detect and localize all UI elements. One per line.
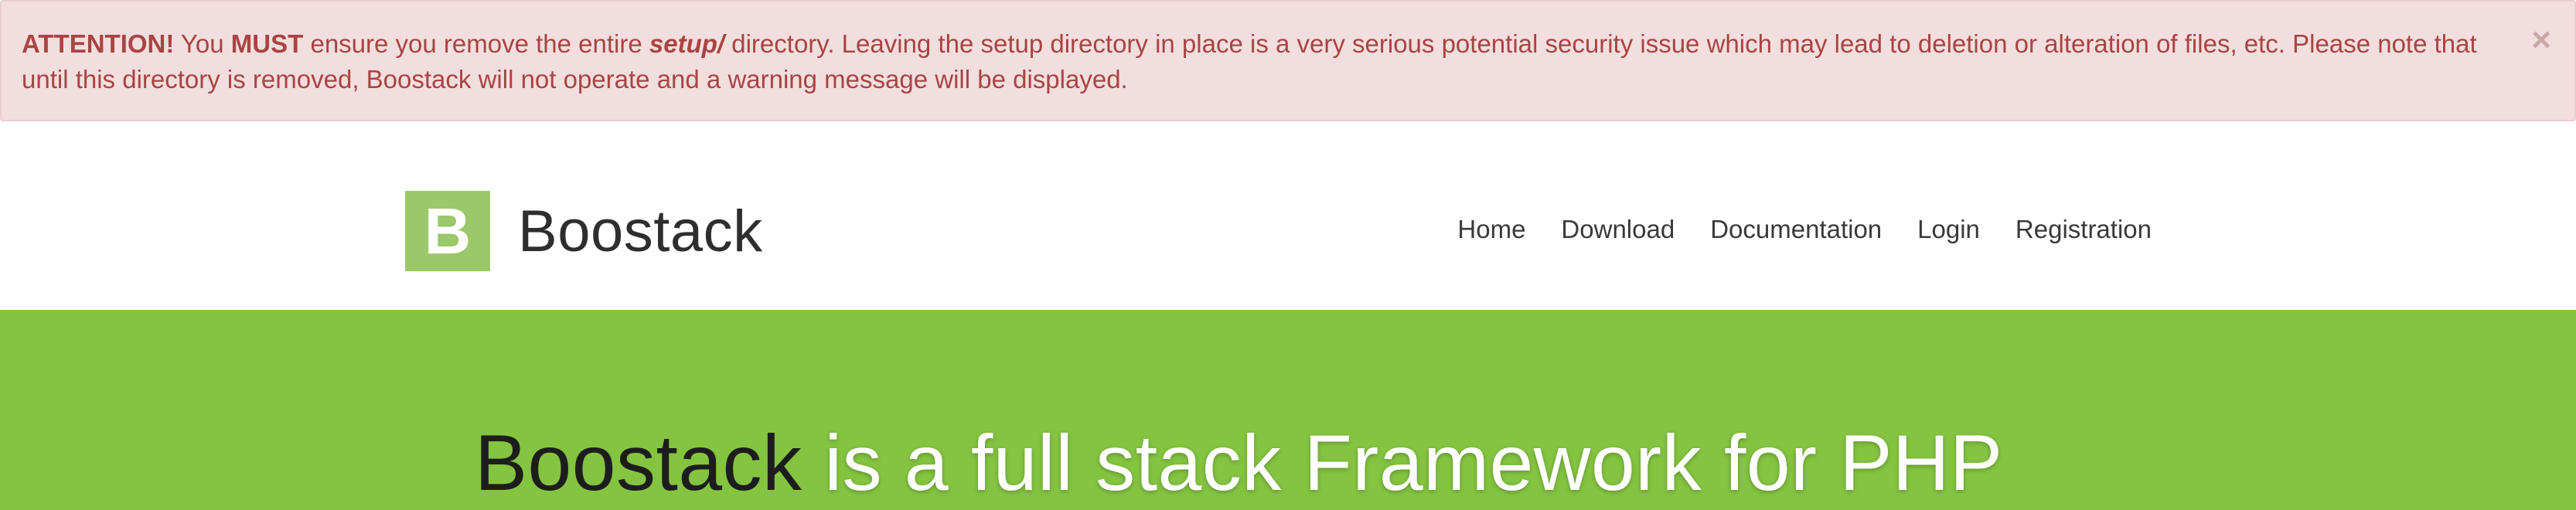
hero-section: Boostack is a full stack Framework for P… (0, 310, 2576, 510)
brand-link[interactable]: B Boostack (405, 191, 763, 271)
alert-setup-dir: setup/ (649, 29, 725, 58)
setup-warning-alert: ATTENTION! You MUST ensure you remove th… (0, 0, 2576, 121)
alert-attention-label: ATTENTION! (22, 29, 175, 58)
alert-text-you: You (174, 29, 231, 58)
navbar: B Boostack Home Download Documentation L… (0, 121, 2576, 310)
nav-menu: Home Download Documentation Login Regist… (1457, 214, 2152, 245)
hero-title-brand: Boostack (475, 419, 802, 507)
alert-must: MUST (230, 29, 304, 58)
hero-title: Boostack is a full stack Framework for P… (475, 416, 2003, 509)
alert-text-ensure: ensure you remove the entire (303, 29, 649, 58)
nav-item-download[interactable]: Download (1561, 214, 1675, 245)
nav-item-home[interactable]: Home (1457, 214, 1525, 245)
brand-name: Boostack (518, 198, 763, 264)
hero-title-rest: is a full stack Framework for PHP (802, 419, 2003, 507)
nav-item-login[interactable]: Login (1917, 214, 1980, 245)
nav-item-registration[interactable]: Registration (2015, 214, 2152, 245)
nav-item-documentation[interactable]: Documentation (1710, 214, 1882, 245)
close-icon[interactable]: × (2531, 23, 2551, 57)
brand-logo: B (405, 191, 490, 271)
